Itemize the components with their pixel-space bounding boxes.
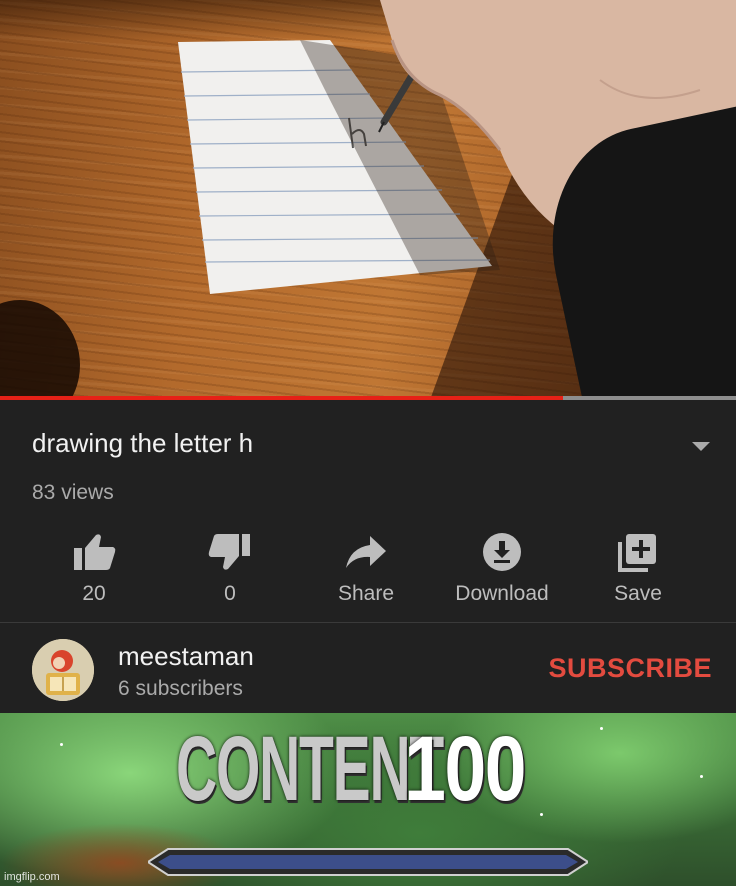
save-label: Save bbox=[614, 582, 662, 605]
watermark: imgflip.com bbox=[4, 871, 60, 883]
video-progress-bar[interactable] bbox=[0, 396, 736, 400]
download-button[interactable]: Download bbox=[432, 528, 572, 614]
dislike-button[interactable]: 0 bbox=[160, 528, 300, 614]
download-icon bbox=[483, 533, 521, 571]
star bbox=[60, 743, 63, 746]
chevron-down-icon[interactable] bbox=[692, 442, 710, 451]
thumbs-down-icon bbox=[208, 534, 250, 570]
share-arrow-icon bbox=[346, 536, 386, 568]
save-button[interactable]: Save bbox=[568, 528, 708, 614]
dislike-count: 0 bbox=[224, 582, 236, 605]
star bbox=[540, 813, 543, 816]
subscriber-count: 6 subscribers bbox=[118, 677, 243, 700]
video-player[interactable] bbox=[0, 0, 736, 396]
share-button[interactable]: Share bbox=[296, 528, 436, 614]
skill-name: CONTENT bbox=[176, 718, 444, 820]
view-count: 83 views bbox=[32, 481, 114, 504]
skill-progress-bar bbox=[148, 848, 588, 876]
star bbox=[700, 775, 703, 778]
playlist-add-icon bbox=[618, 534, 656, 572]
action-bar: 20 0 Share Download Save bbox=[24, 528, 704, 614]
download-label: Download bbox=[455, 582, 549, 605]
video-title: drawing the letter h bbox=[32, 428, 254, 458]
star bbox=[600, 727, 603, 730]
subscribe-button[interactable]: SUBSCRIBE bbox=[548, 653, 712, 684]
video-progress-played bbox=[0, 396, 564, 400]
channel-row: meestaman 6 subscribers SUBSCRIBE bbox=[0, 623, 736, 713]
avatar[interactable] bbox=[32, 639, 94, 701]
like-button[interactable]: 20 bbox=[24, 528, 164, 614]
skill-level: 100 bbox=[404, 718, 527, 820]
share-label: Share bbox=[337, 582, 395, 605]
channel-name[interactable]: meestaman bbox=[118, 641, 254, 672]
avatar-image bbox=[32, 639, 94, 701]
like-count: 20 bbox=[82, 582, 106, 605]
meme-banner: CONTENT 100 imgflip.com bbox=[0, 713, 736, 886]
thumbs-up-icon bbox=[74, 534, 116, 570]
